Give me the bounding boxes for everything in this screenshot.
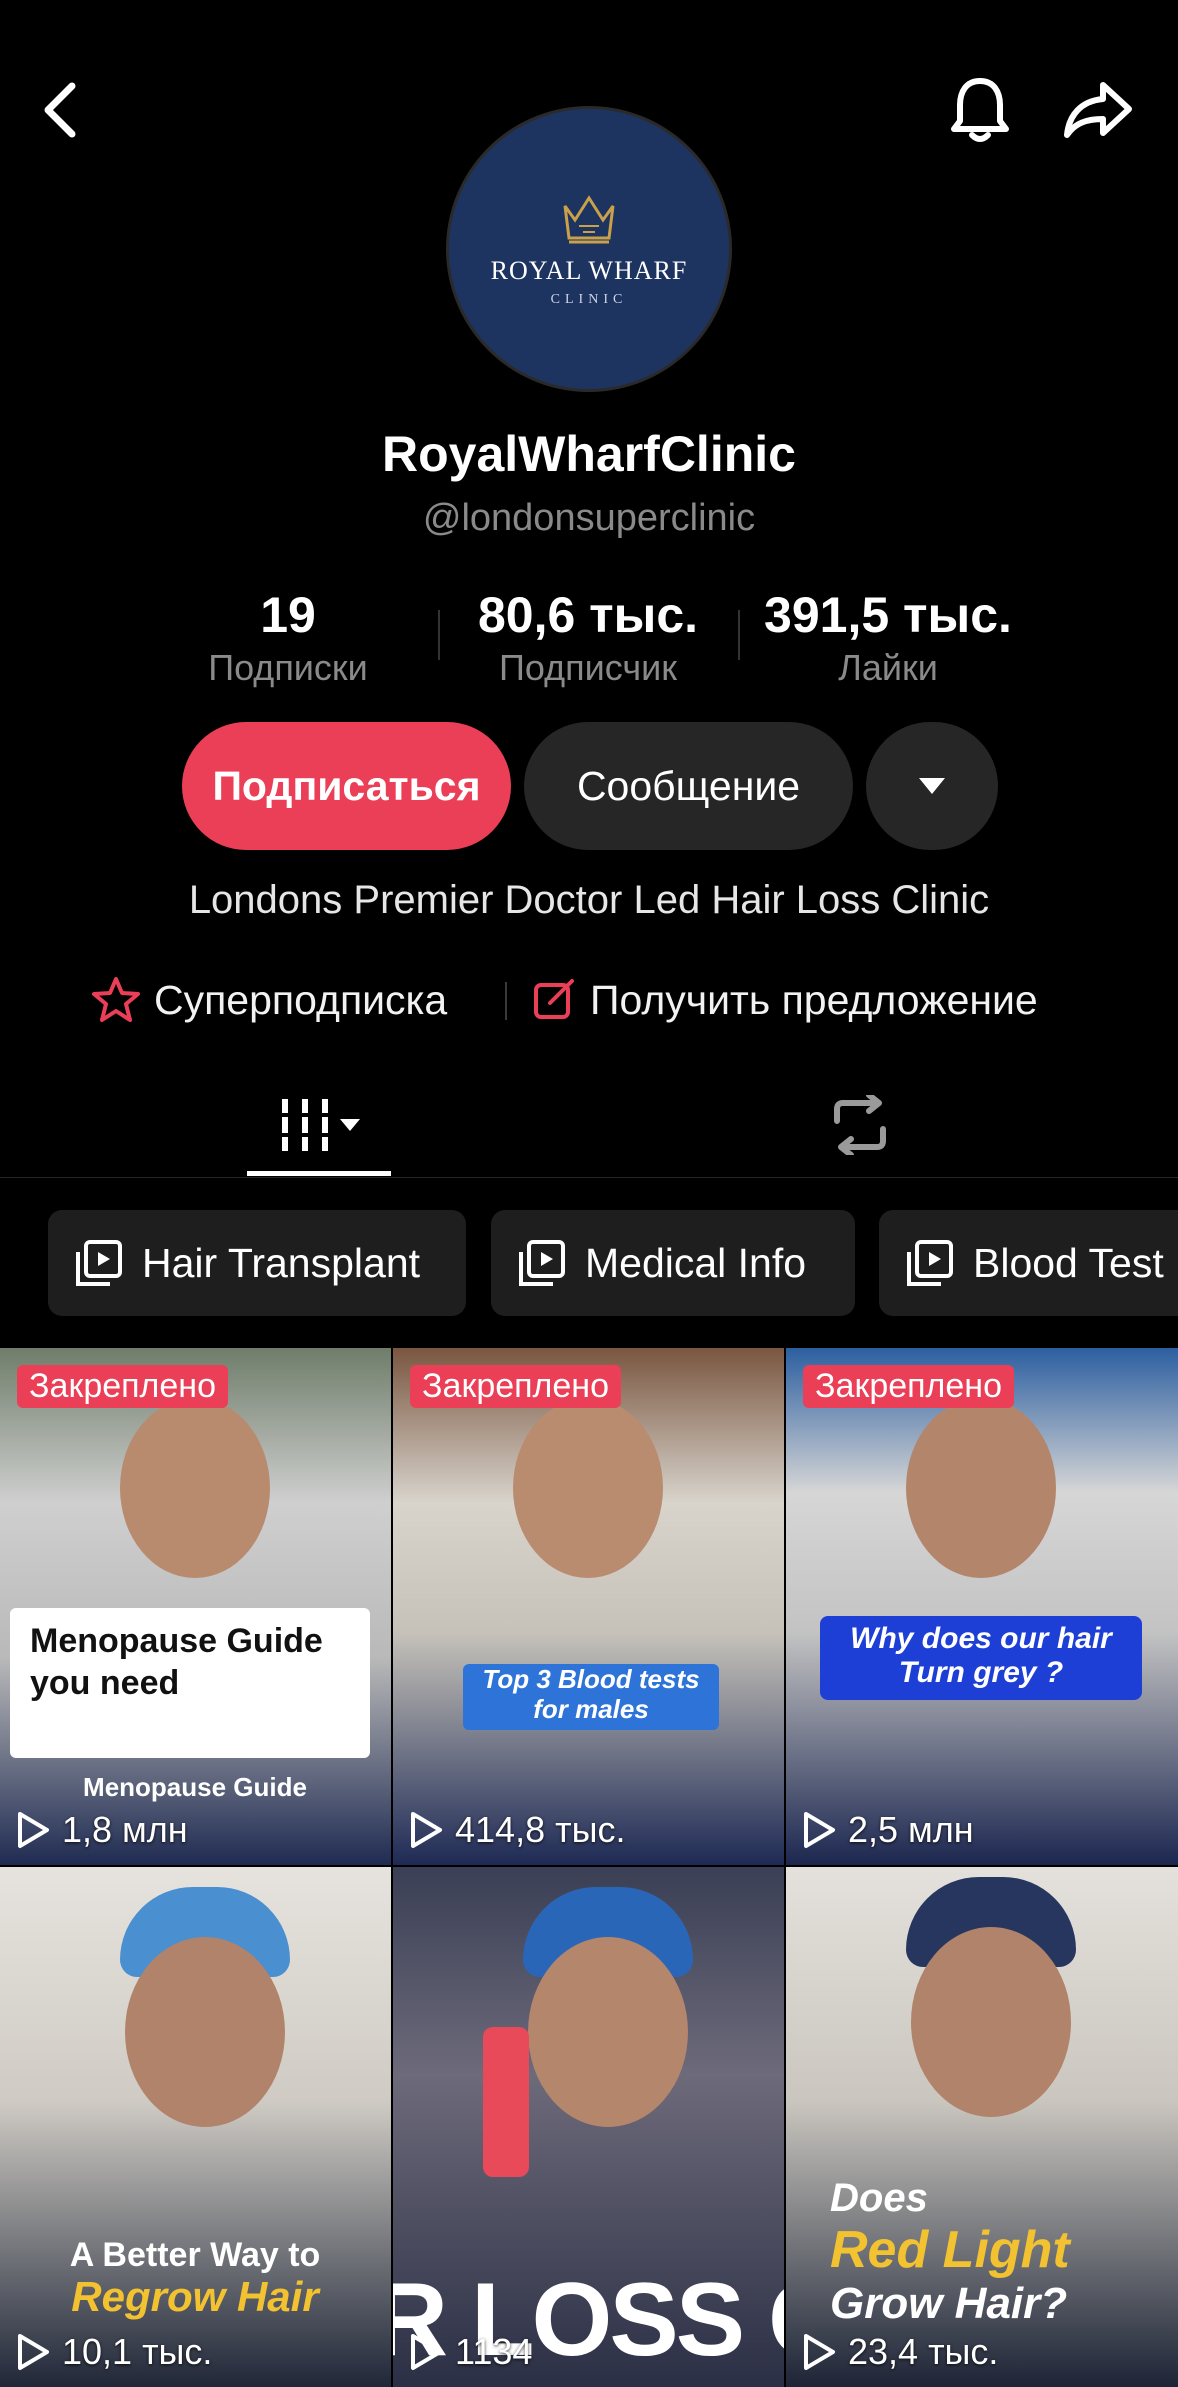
play-icon <box>411 2334 442 2370</box>
stat-followers-label: Подписчик <box>499 647 677 688</box>
stat-following[interactable]: 19 Подписки <box>148 585 428 691</box>
thumbnail-person <box>906 1398 1056 1578</box>
crown-logo-icon <box>563 195 615 244</box>
pinned-badge: Закреплено <box>803 1365 1014 1408</box>
video-thumbnail[interactable]: Why does our hair Turn grey ? Закреплено… <box>786 1348 1178 1865</box>
play-icon <box>804 1812 835 1848</box>
playlist-chip-label: Medical Info <box>585 1239 807 1286</box>
video-thumbnail[interactable]: Menopause Guide you need Menopause Guide… <box>0 1348 391 1865</box>
tab-reposts[interactable] <box>800 1075 920 1175</box>
play-icon <box>804 2334 835 2370</box>
playlist-chip-hair-transplant[interactable]: Hair Transplant <box>48 1210 466 1316</box>
video-caption-line-2: Red Light <box>830 2221 1070 2279</box>
pinned-badge: Закреплено <box>410 1365 621 1408</box>
bell-icon <box>951 78 1009 142</box>
promo-divider <box>505 982 507 1020</box>
stat-divider <box>738 610 740 660</box>
playlist-icon <box>519 1240 565 1286</box>
video-caption-line-1: A Better Way to <box>69 2236 321 2274</box>
repost-icon <box>834 1095 886 1155</box>
video-caption: Top 3 Blood tests for males <box>482 1664 700 1724</box>
stat-likes-value: 391,5 тыс. <box>764 587 1012 643</box>
video-caption-line-3: Grow Hair? <box>830 2279 1068 2328</box>
tab-videos[interactable] <box>247 1075 391 1175</box>
follow-button[interactable]: Подписаться <box>182 722 511 850</box>
view-count-value: 1,8 млн <box>62 1809 188 1850</box>
share-button[interactable] <box>1058 70 1138 150</box>
video-caption-line-2: Regrow Hair <box>71 2273 319 2320</box>
view-count-value: 23,4 тыс. <box>848 2331 999 2372</box>
video-sub-caption: Menopause Guide <box>83 1772 307 1802</box>
view-count-value: 2,5 млн <box>848 1809 974 1850</box>
avatar[interactable]: ROYAL WHARF CLINIC <box>446 106 732 392</box>
chevron-left-icon <box>44 82 76 138</box>
playlist-chip-blood-test[interactable]: Blood Test <box>879 1210 1178 1316</box>
thumbnail-person <box>911 1927 1071 2117</box>
thumbnail-person <box>528 1937 688 2127</box>
share-arrow-icon <box>1064 82 1132 138</box>
display-name: RoyalWharfClinic <box>382 426 796 482</box>
playlist-chip-label: Hair Transplant <box>142 1239 421 1286</box>
thumbnail-person <box>120 1398 270 1578</box>
get-offer-label: Получить предложение <box>590 976 1038 1023</box>
more-options-button[interactable] <box>866 722 998 850</box>
video-thumbnail[interactable]: Does Red Light Grow Hair? 23,4 тыс. <box>786 1867 1178 2387</box>
video-caption: Menopause Guide you need <box>30 1622 323 1702</box>
notifications-button[interactable] <box>940 70 1020 150</box>
get-offer-link[interactable]: Получить предложение <box>532 970 1038 1030</box>
playlist-icon <box>907 1240 953 1286</box>
stat-likes-label: Лайки <box>838 647 938 688</box>
avatar-brand-text: ROYAL WHARF <box>490 256 688 285</box>
play-icon <box>411 1812 442 1848</box>
video-grid: Menopause Guide you need Menopause Guide… <box>0 1348 1178 2387</box>
username-handle: @londonsuperclinic <box>422 497 756 539</box>
play-icon <box>18 1812 49 1848</box>
test-tube <box>483 2027 529 2177</box>
video-grid-icon <box>280 1099 360 1151</box>
thumbnail-person <box>125 1937 285 2127</box>
playlist-chip-medical-info[interactable]: Medical Info <box>491 1210 855 1316</box>
active-tab-indicator <box>247 1171 391 1176</box>
play-icon <box>18 2334 49 2370</box>
view-count: 23,4 тыс. <box>802 2331 998 2373</box>
super-follow-link[interactable]: Суперподписка <box>90 970 447 1030</box>
video-caption: Why does our hair Turn grey ? <box>850 1622 1112 1689</box>
message-button[interactable]: Сообщение <box>524 722 853 850</box>
view-count: 1134 <box>409 2331 532 2373</box>
stat-divider <box>438 610 440 660</box>
view-count-value: 1134 <box>455 2331 533 2372</box>
tab-divider <box>0 1177 1178 1178</box>
video-caption-line-1: Does <box>830 2176 928 2220</box>
video-thumbnail[interactable]: R LOSS C 1134 <box>393 1867 784 2387</box>
view-count-value: 10,1 тыс. <box>62 2331 213 2372</box>
stat-followers[interactable]: 80,6 тыс. Подписчик <box>448 585 728 691</box>
stat-following-label: Подписки <box>208 647 368 688</box>
back-button[interactable] <box>20 70 100 150</box>
caret-down-icon <box>919 778 945 794</box>
stat-following-value: 19 <box>260 587 316 643</box>
view-count-value: 414,8 тыс. <box>455 1809 626 1850</box>
view-count: 2,5 млн <box>802 1809 974 1851</box>
playlist-chip-label: Blood Test <box>973 1239 1164 1286</box>
avatar-brand-subtext: CLINIC <box>550 292 628 307</box>
playlist-icon <box>76 1240 122 1286</box>
video-thumbnail[interactable]: Top 3 Blood tests for males Закреплено 4… <box>393 1348 784 1865</box>
video-thumbnail[interactable]: A Better Way to Regrow Hair 10,1 тыс. <box>0 1867 391 2387</box>
view-count: 414,8 тыс. <box>409 1809 625 1851</box>
view-count: 1,8 млн <box>16 1809 188 1851</box>
pinned-badge: Закреплено <box>17 1365 228 1408</box>
profile-bio: Londons Premier Doctor Led Hair Loss Cli… <box>188 878 990 922</box>
stat-likes[interactable]: 391,5 тыс. Лайки <box>748 585 1028 691</box>
view-count: 10,1 тыс. <box>16 2331 212 2373</box>
thumbnail-person <box>513 1398 663 1578</box>
stat-followers-value: 80,6 тыс. <box>477 587 699 643</box>
super-follow-label: Суперподписка <box>154 976 448 1023</box>
edit-offer-icon <box>534 979 574 1019</box>
star-badge-icon <box>92 977 140 1022</box>
